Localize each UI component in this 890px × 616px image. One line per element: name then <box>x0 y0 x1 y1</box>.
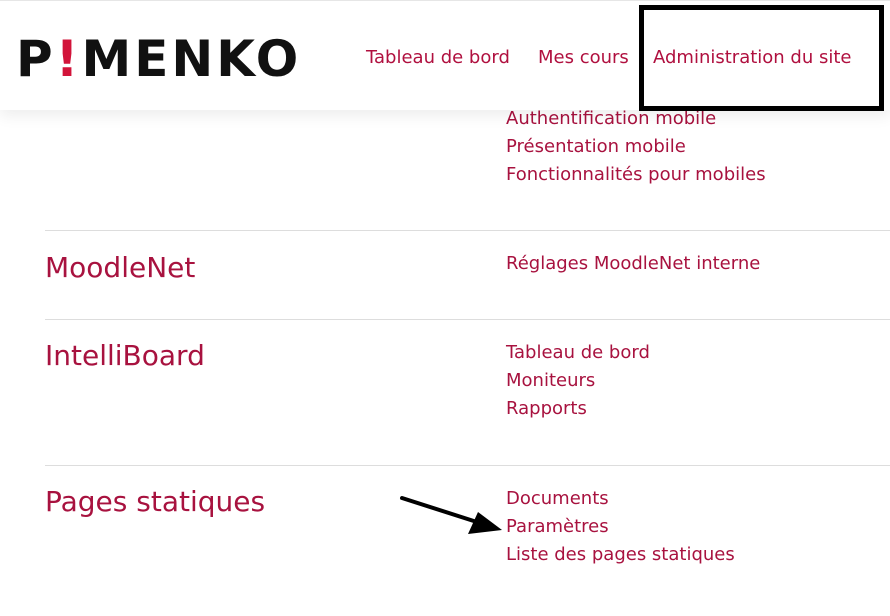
section-title-static-pages[interactable]: Pages statiques <box>45 484 265 520</box>
mobile-app-links: Authentification mobile Présentation mob… <box>506 105 766 189</box>
nav-site-administration[interactable]: Administration du site <box>653 45 852 71</box>
link-static-settings[interactable]: Paramètres <box>506 513 735 541</box>
intelliboard-links: Tableau de bord Moniteurs Rapports <box>506 339 650 423</box>
nav-my-courses[interactable]: Mes cours <box>538 45 629 71</box>
site-header: P!MENKO Tableau de bord Mes cours Admini… <box>0 0 890 110</box>
section-intelliboard: IntelliBoard Tableau de bord Moniteurs R… <box>45 319 890 465</box>
moodlenet-links: Réglages MoodleNet interne <box>506 250 760 278</box>
link-moodlenet-settings[interactable]: Réglages MoodleNet interne <box>506 250 760 278</box>
link-mobile-appearance[interactable]: Présentation mobile <box>506 133 766 161</box>
link-static-documents[interactable]: Documents <box>506 485 735 513</box>
link-intelliboard-reports[interactable]: Rapports <box>506 395 650 423</box>
primary-navigation: Tableau de bord Mes cours Administration… <box>0 45 890 71</box>
static-pages-links: Documents Paramètres Liste des pages sta… <box>506 485 735 569</box>
section-title-moodlenet[interactable]: MoodleNet <box>45 250 195 286</box>
section-divider <box>45 465 890 466</box>
section-divider <box>45 230 890 231</box>
link-static-pages-list[interactable]: Liste des pages statiques <box>506 541 735 569</box>
section-title-intelliboard[interactable]: IntelliBoard <box>45 338 205 374</box>
nav-dashboard[interactable]: Tableau de bord <box>366 45 510 71</box>
link-intelliboard-monitors[interactable]: Moniteurs <box>506 367 650 395</box>
section-divider <box>45 319 890 320</box>
annotation-arrow-icon <box>400 496 502 534</box>
section-moodlenet: MoodleNet Réglages MoodleNet interne <box>45 230 890 320</box>
link-mobile-features[interactable]: Fonctionnalités pour mobiles <box>506 161 766 189</box>
link-intelliboard-dashboard[interactable]: Tableau de bord <box>506 339 650 367</box>
section-static-pages: Pages statiques Documents Paramètres Lis… <box>45 465 890 616</box>
